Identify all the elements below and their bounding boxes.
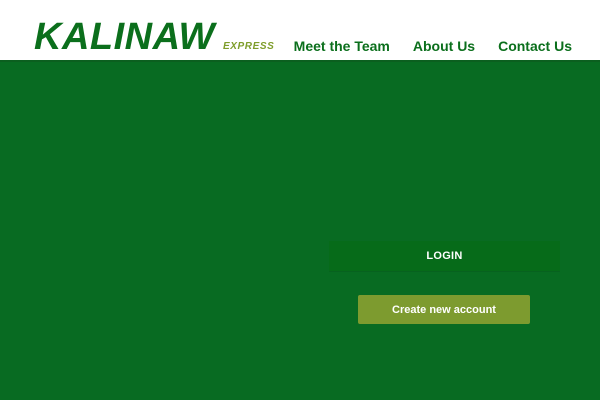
top-navigation-bar: KALINAW EXPRESS Meet the Team About Us C… <box>0 0 600 62</box>
nav-meet-the-team[interactable]: Meet the Team <box>294 37 390 55</box>
main-navigation: Meet the Team About Us Contact Us <box>294 37 572 55</box>
create-account-button[interactable]: Create new account <box>358 295 530 324</box>
create-account-label: Create new account <box>392 303 496 316</box>
login-button-label: LOGIN <box>426 250 463 262</box>
nav-contact-us[interactable]: Contact Us <box>498 37 572 55</box>
brand-subtitle: EXPRESS <box>223 41 275 52</box>
login-button[interactable]: LOGIN <box>329 241 560 271</box>
nav-about-us[interactable]: About Us <box>413 37 475 55</box>
brand-name: KALINAW <box>34 16 215 58</box>
